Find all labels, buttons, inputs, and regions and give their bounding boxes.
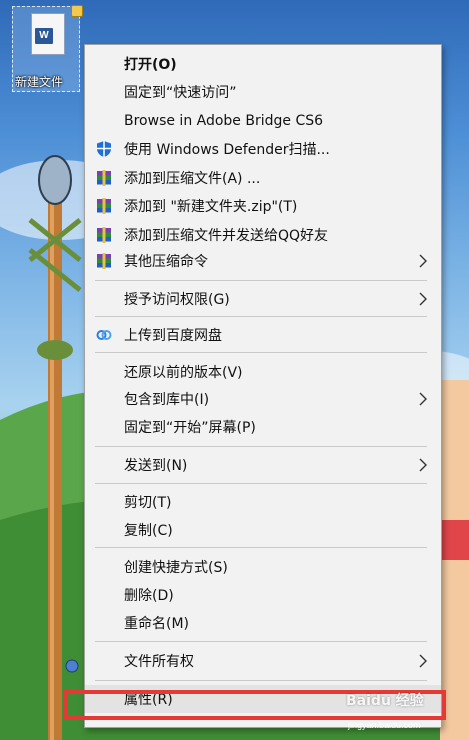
menu-item-open[interactable]: 打开(O)	[85, 50, 441, 78]
menu-item-label: 固定到“开始”屏幕(P)	[124, 420, 256, 436]
menu-item-upload-baidu[interactable]: 上传到百度网盘	[85, 321, 441, 349]
menu-item-label: 添加到压缩文件并发送给QQ好友	[124, 228, 329, 244]
menu-item-pin-start[interactable]: 固定到“开始”屏幕(P)	[85, 413, 441, 441]
chevron-right-icon	[419, 392, 427, 406]
menu-separator	[95, 316, 427, 317]
baidu-watermark-url: jingyan.baidu.com	[348, 720, 421, 730]
menu-item-adobe-bridge[interactable]: Browse in Adobe Bridge CS6	[85, 107, 441, 135]
menu-separator	[95, 641, 427, 642]
chevron-right-icon	[419, 292, 427, 306]
menu-item-label: 发送到(N)	[124, 458, 188, 474]
menu-item-add-archive[interactable]: 添加到压缩文件(A) ...	[85, 164, 441, 192]
menu-item-label: 使用 Windows Defender扫描...	[124, 142, 330, 158]
menu-item-archive-send-qq[interactable]: 添加到压缩文件并发送给QQ好友	[85, 221, 441, 249]
winrar-icon	[97, 253, 111, 269]
menu-item-pin-quick-access[interactable]: 固定到“快速访问”	[85, 78, 441, 106]
menu-item-restore-versions[interactable]: 还原以前的版本(V)	[85, 358, 441, 386]
menu-item-label: 创建快捷方式(S)	[124, 560, 228, 576]
chevron-right-icon	[419, 254, 427, 268]
menu-separator	[95, 547, 427, 548]
menu-item-create-shortcut[interactable]: 创建快捷方式(S)	[85, 553, 441, 581]
word-glyph: W	[35, 28, 53, 44]
context-menu: 打开(O) 固定到“快速访问” Browse in Adobe Bridge C…	[84, 44, 442, 728]
winrar-icon	[97, 227, 111, 243]
menu-item-label: 其他压缩命令	[124, 254, 208, 270]
menu-item-rename[interactable]: 重命名(M)	[85, 609, 441, 637]
menu-item-label: 添加到压缩文件(A) ...	[124, 171, 261, 187]
menu-item-add-zip[interactable]: 添加到 "新建文件夹.zip"(T)	[85, 192, 441, 220]
menu-item-label: 固定到“快速访问”	[124, 85, 237, 101]
menu-separator	[95, 680, 427, 681]
chevron-right-icon	[419, 458, 427, 472]
windows-defender-shield-icon	[97, 141, 111, 157]
menu-item-label: 剪切(T)	[124, 495, 172, 511]
baidu-watermark: Baidu 经验	[346, 693, 424, 709]
menu-item-label: 还原以前的版本(V)	[124, 365, 243, 381]
menu-item-label: 授予访问权限(G)	[124, 292, 230, 308]
menu-item-label: 添加到 "新建文件夹.zip"(T)	[124, 199, 298, 215]
desktop-file-label: 新建文件	[15, 75, 64, 89]
word-document-icon: W	[31, 13, 65, 55]
menu-item-cut[interactable]: 剪切(T)	[85, 488, 441, 516]
winrar-icon	[97, 170, 111, 186]
menu-item-file-ownership[interactable]: 文件所有权	[85, 647, 441, 675]
menu-item-label: 复制(C)	[124, 523, 173, 539]
menu-item-copy[interactable]: 复制(C)	[85, 516, 441, 544]
menu-item-defender-scan[interactable]: 使用 Windows Defender扫描...	[85, 135, 441, 163]
menu-separator	[95, 352, 427, 353]
menu-item-other-compress[interactable]: 其他压缩命令	[85, 247, 441, 275]
menu-item-include-library[interactable]: 包含到库中(I)	[85, 385, 441, 413]
chevron-right-icon	[419, 654, 427, 668]
menu-item-label: 重命名(M)	[124, 616, 190, 632]
menu-item-label: 上传到百度网盘	[124, 328, 222, 344]
desktop-file-icon[interactable]: W 新建文件	[12, 5, 83, 92]
menu-separator	[95, 446, 427, 447]
lock-icon	[71, 5, 83, 17]
menu-separator	[95, 483, 427, 484]
menu-separator	[95, 280, 427, 281]
menu-item-delete[interactable]: 删除(D)	[85, 581, 441, 609]
menu-item-label: 文件所有权	[124, 654, 194, 670]
menu-item-send-to[interactable]: 发送到(N)	[85, 451, 441, 479]
baidu-netdisk-icon	[96, 330, 112, 340]
menu-item-label: 打开(O)	[124, 57, 177, 73]
menu-item-grant-access[interactable]: 授予访问权限(G)	[85, 285, 441, 313]
menu-item-label: 删除(D)	[124, 588, 174, 604]
menu-item-label: 包含到库中(I)	[124, 392, 210, 408]
winrar-icon	[97, 198, 111, 214]
menu-item-label: Browse in Adobe Bridge CS6	[124, 113, 324, 129]
